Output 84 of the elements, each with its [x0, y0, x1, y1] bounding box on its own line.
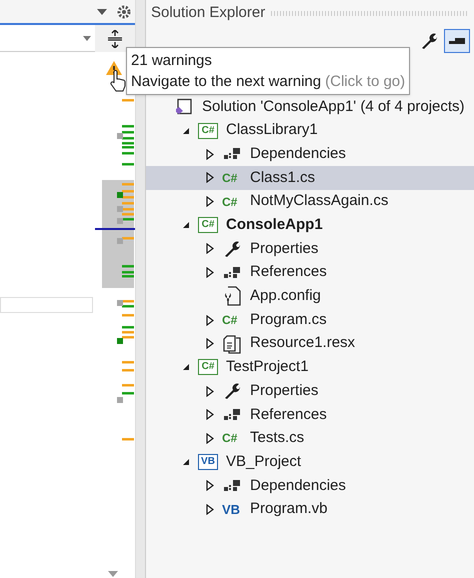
dropdown-caret-icon[interactable] — [97, 8, 107, 14]
dependencies-icon — [223, 408, 241, 422]
dock-icon — [449, 38, 465, 44]
collapsed-arrow-icon[interactable] — [206, 243, 214, 254]
tree-item[interactable]: C# Tests.cs — [146, 426, 474, 450]
dropdown-caret-icon — [83, 36, 91, 40]
preview-toggle-button[interactable] — [444, 29, 470, 53]
tree-item[interactable]: App.config — [146, 284, 474, 308]
tree-item-label: Solution 'ConsoleApp1' (4 of 4 projects) — [202, 96, 465, 117]
tree-item[interactable]: C# Class1.cs — [146, 166, 474, 190]
settings-icon[interactable] — [117, 4, 131, 18]
tree-item-label: App.config — [250, 286, 321, 306]
tree-item-label: References — [250, 262, 327, 282]
solution-icon — [175, 98, 193, 116]
input-field[interactable] — [0, 297, 93, 313]
dependencies-icon — [223, 147, 241, 162]
split-icon — [107, 30, 123, 48]
tree-item[interactable]: Solution 'ConsoleApp1' (4 of 4 projects) — [146, 95, 474, 119]
collapsed-arrow-icon[interactable] — [206, 314, 214, 326]
collapsed-arrow-icon[interactable] — [206, 504, 214, 516]
csharp-file-icon: C# — [222, 314, 242, 326]
tree-item-label: NotMyClassAgain.cs — [250, 191, 388, 212]
tree-item-label: Program.vb — [250, 499, 328, 520]
csharp-file-icon: C# — [222, 432, 242, 444]
collapsed-arrow-icon[interactable] — [206, 148, 214, 160]
tree-item[interactable]: Properties — [146, 237, 474, 261]
tree-item-label: References — [250, 404, 327, 425]
tree-item-label: VB_Project — [226, 452, 302, 472]
tree-item-label: Properties — [250, 238, 318, 259]
tree-item[interactable]: C# NotMyClassAgain.cs — [146, 190, 474, 214]
wrench-icon — [223, 240, 241, 258]
tree-item-label: Program.cs — [250, 310, 327, 330]
tree-item[interactable]: C# Program.cs — [146, 308, 474, 332]
expanded-arrow-icon[interactable] — [182, 126, 190, 135]
collapsed-arrow-icon[interactable] — [206, 196, 214, 208]
tree-item-label: ConsoleApp1 — [226, 215, 323, 236]
tree-item[interactable]: References — [146, 402, 474, 427]
csharp-file-icon: C# — [222, 196, 242, 208]
dependencies-icon — [223, 266, 241, 280]
tree-item-label: Dependencies — [250, 476, 346, 496]
wrench-icon — [223, 382, 241, 400]
tree-item-label: Resource1.resx — [250, 333, 356, 354]
tree-item[interactable]: Dependencies — [146, 142, 474, 166]
dependencies-icon — [223, 478, 241, 493]
tree-item[interactable]: C# ConsoleApp1 — [146, 213, 474, 238]
panel-title: Solution Explorer — [151, 3, 266, 24]
tree-item-label: Class1.cs — [250, 168, 316, 188]
tree-item-label: ClassLibrary1 — [226, 120, 318, 140]
csharp-project-icon: C# — [198, 217, 218, 234]
tooltip-text: Navigate to the next warning — [131, 72, 322, 92]
collapsed-arrow-icon[interactable] — [206, 172, 214, 184]
collapsed-arrow-icon[interactable] — [206, 386, 214, 397]
tree-item[interactable]: VB Program.vb — [146, 498, 474, 522]
collapsed-arrow-icon[interactable] — [206, 480, 214, 492]
tree-item-label: Dependencies — [250, 144, 346, 164]
collapsed-arrow-icon[interactable] — [206, 338, 214, 350]
tooltip-heading: 21 warnings — [131, 51, 213, 71]
tree-item[interactable]: Dependencies — [146, 474, 474, 498]
collapsed-arrow-icon[interactable] — [206, 409, 214, 420]
config-file-icon — [223, 286, 241, 306]
tree-item-label: Properties — [250, 380, 318, 401]
csharp-file-icon: C# — [222, 172, 242, 184]
tree-item[interactable]: C# TestProject1 — [146, 356, 474, 380]
expanded-arrow-icon[interactable] — [182, 363, 190, 372]
wrench-icon[interactable] — [420, 32, 438, 50]
scroll-down-icon[interactable] — [108, 571, 118, 577]
csharp-project-icon: C# — [198, 359, 218, 376]
tooltip-hint: (Click to go) — [325, 72, 406, 92]
collapsed-arrow-icon[interactable] — [206, 432, 214, 444]
tree-item[interactable]: Resource1.resx — [146, 332, 474, 356]
expanded-arrow-icon[interactable] — [182, 458, 190, 466]
tree-item[interactable]: Properties — [146, 379, 474, 403]
split-editor-button[interactable] — [95, 25, 135, 52]
tree-item-label: TestProject1 — [226, 357, 309, 378]
tree-item[interactable]: VB VB_Project — [146, 450, 474, 474]
tree-item[interactable]: C# ClassLibrary1 — [146, 118, 474, 142]
tree-item-label: Tests.cs — [250, 428, 304, 448]
csharp-project-icon: C# — [198, 122, 218, 139]
vb-file-icon: VB — [222, 503, 242, 516]
collapsed-arrow-icon[interactable] — [206, 267, 214, 278]
resource-file-icon — [223, 334, 241, 354]
vb-project-icon: VB — [198, 454, 218, 470]
tree-item[interactable]: References — [146, 260, 474, 284]
expanded-arrow-icon[interactable] — [182, 221, 190, 230]
